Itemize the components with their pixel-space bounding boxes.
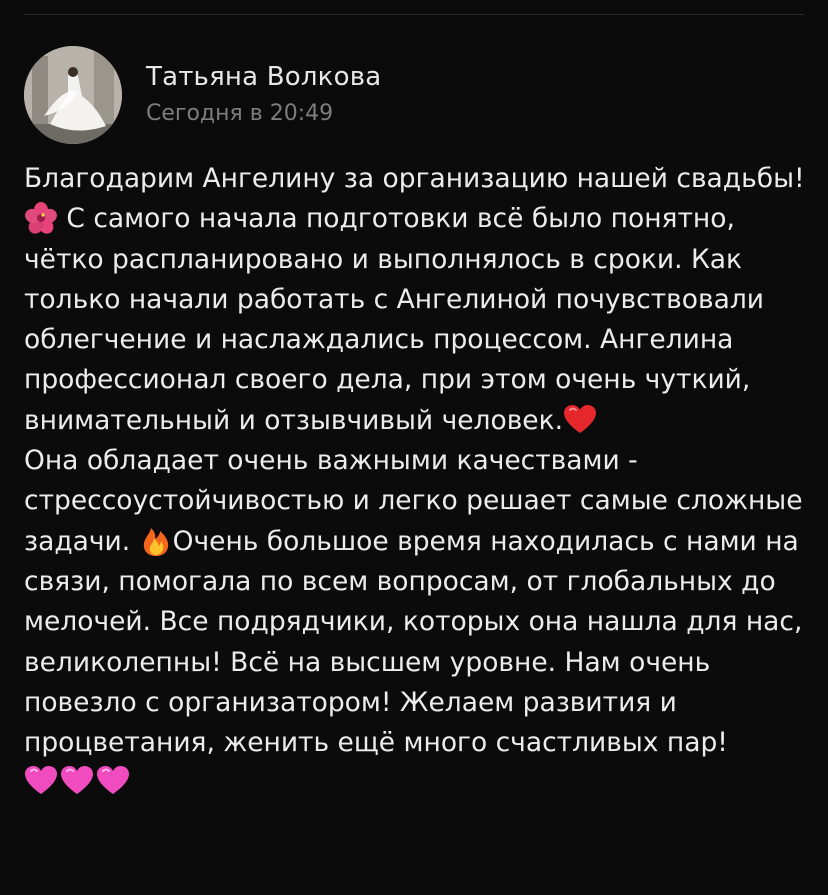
post-timestamp[interactable]: Сегодня в 20:49 xyxy=(146,98,381,130)
avatar-image xyxy=(24,46,122,144)
author-meta: Татьяна Волкова Сегодня в 20:49 xyxy=(146,60,381,130)
pink-heart-icon xyxy=(60,765,94,797)
hibiscus-icon xyxy=(24,202,58,234)
pink-heart-icon xyxy=(24,765,58,797)
post-body: Благодарим Ангелину за организацию нашей… xyxy=(24,159,810,804)
post-header: Татьяна Волкова Сегодня в 20:49 xyxy=(24,46,381,144)
post-text-part-1: Благодарим Ангелину за организацию нашей… xyxy=(24,163,805,194)
trailing-hearts xyxy=(24,763,132,803)
fire-icon xyxy=(139,525,173,557)
post-text-part-2: С самого начала подготовки всё было поня… xyxy=(24,203,765,436)
author-avatar[interactable] xyxy=(24,46,122,144)
top-divider xyxy=(24,14,804,15)
post-text-part-4: Очень большое время находилась с нами на… xyxy=(24,525,803,759)
pink-heart-icon xyxy=(96,765,130,797)
author-name[interactable]: Татьяна Волкова xyxy=(146,60,381,94)
red-heart-icon xyxy=(563,404,597,436)
